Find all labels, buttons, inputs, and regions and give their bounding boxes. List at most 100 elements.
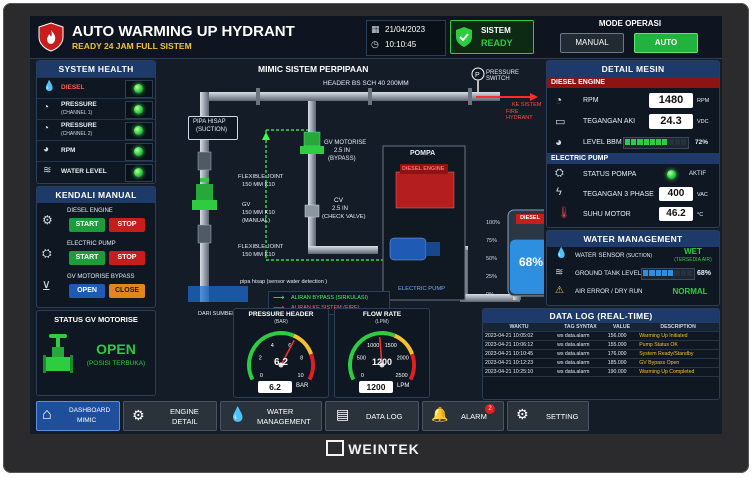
- nav-engine-detail[interactable]: ⚙ ENGINE DETAIL: [123, 401, 217, 431]
- flow-readout: 1200: [359, 381, 393, 393]
- mode-manual-button[interactable]: MANUAL: [560, 33, 624, 53]
- bypass-open-button[interactable]: OPEN: [69, 284, 105, 298]
- pump-start-button[interactable]: START: [69, 251, 105, 265]
- pump-stop-button[interactable]: STOP: [109, 251, 145, 265]
- bar-segment: [668, 139, 674, 145]
- volt-label: TEGANGAN 3 PHASE: [583, 191, 654, 198]
- health-row: ≋ WATER LEVEL: [37, 161, 155, 182]
- header-pipe-label: HEADER BS SCH 40 200MM: [323, 80, 409, 87]
- datalog-cell: Pump Status OK: [637, 340, 719, 350]
- gv-status-panel: STATUS GV MOTORISE OPEN (POSISI TERBUKA): [36, 310, 156, 396]
- tank-tick-label: 0%: [486, 292, 494, 298]
- water-title: WATER MANAGEMENT: [547, 231, 719, 247]
- piping-diagram: P: [188, 67, 544, 302]
- pressure-switch-label: PRESSURE SWITCH: [486, 70, 520, 82]
- datetime-box: ▦ 21/04/2023 ◷ 10:10:45: [366, 20, 446, 56]
- nav-datalog-label: DATA LOG: [366, 412, 403, 421]
- volt-unit: VAC: [697, 192, 708, 198]
- ground-tank-value: 68%: [697, 270, 712, 277]
- datalog-cell: ws data.alarm: [555, 349, 606, 359]
- rpm-unit: RPM: [697, 98, 710, 104]
- engine-nav-icon: ⚙: [132, 407, 145, 423]
- tachometer-icon: ◕: [43, 144, 50, 155]
- ground-tank-label: GROUND TANK LEVEL: [575, 270, 642, 277]
- bar-segment: [631, 139, 637, 145]
- nav-dashboard[interactable]: ⌂ DASHBOARD MIMIC: [36, 401, 120, 431]
- health-sublabel: (CHANNEL 2): [61, 131, 93, 137]
- datalog-row: 2023-04-21 10:06:12 ws data.alarm 155.000 P…: [483, 340, 719, 350]
- gauge-tick-label: 10: [298, 373, 304, 379]
- flow-gauge-title: FLOW RATE: [362, 311, 402, 318]
- pump-icon: ⛭: [555, 167, 564, 179]
- diesel-stop-button[interactable]: STOP: [109, 218, 145, 232]
- bar-segment: [625, 139, 631, 145]
- diesel-start-button[interactable]: START: [69, 218, 105, 232]
- health-led: [134, 168, 143, 177]
- gv-manual-label-3: (MANUAL): [242, 218, 271, 224]
- pipe-sensor-label: pipa hisap (sensor water detection ): [240, 279, 328, 285]
- gauge-icon: ◔: [43, 102, 50, 113]
- nav-water-label-1: WATER: [267, 407, 294, 416]
- datalog-cell: 185.000: [605, 358, 638, 368]
- health-sublabel: (CHANNEL 1): [61, 110, 93, 116]
- to-hydrant-label-1: KE SISTEM: [512, 102, 542, 108]
- nav-dashboard-label-2: MIMIC: [77, 417, 97, 424]
- health-led: [134, 147, 143, 156]
- cv-label-1: CV: [334, 197, 344, 204]
- electric-pump-label: ELECTRIC PUMP: [398, 286, 446, 292]
- health-label: DIESEL: [61, 84, 85, 91]
- mode-auto-button[interactable]: AUTO: [634, 33, 698, 53]
- nav-setting-label: SETTING: [546, 412, 579, 421]
- datalog-row: 2023-04-21 10:05:02 ws data.alarm 156.000 W…: [483, 331, 719, 341]
- wave-icon: ≋: [43, 165, 52, 176]
- gv-bypass-label-2: 2.5 IN: [334, 148, 351, 154]
- flow-gauge-dial: 05001000 150020002500: [348, 331, 416, 381]
- health-led: [134, 126, 143, 135]
- health-led: [134, 105, 143, 114]
- battery-icon: ▭: [555, 116, 566, 128]
- suction-label-2: (SUCTION): [196, 127, 227, 133]
- brand-name: WEINTEK: [348, 441, 420, 457]
- aki-label: TEGANGAN AKI: [583, 118, 636, 125]
- tank-tick-label: 50%: [486, 256, 498, 262]
- bar-segment: [686, 270, 692, 276]
- gv-manual-label-2: 150 MM K10: [242, 210, 275, 216]
- gv-status-title: STATUS GV MOTORISE: [54, 315, 138, 324]
- fj-bottom-label-1: FLEXIBLE JOINT: [238, 244, 284, 250]
- pressure-gauge-panel: PRESSURE HEADER (BAR) 0 2 4 6 8 10 6.2 6.2 BA…: [233, 308, 329, 398]
- page-subtitle: READY 24 JAM FULL SISTEM: [72, 41, 192, 51]
- gauge-tick-label: 0: [260, 373, 263, 379]
- gauge-tick-label: 1500: [385, 343, 397, 349]
- nav-datalog[interactable]: ▤ DATA LOG: [325, 401, 419, 431]
- datalog-cell: 2023-04-21 10:05:02: [483, 331, 556, 341]
- bar-segment: [680, 139, 686, 145]
- health-label: WATER LEVEL: [61, 168, 107, 175]
- pompa-label: POMPA: [410, 150, 436, 157]
- gauge-arc: [292, 333, 313, 355]
- health-row: ◔ PRESSURE (CHANNEL 2): [37, 119, 155, 140]
- pressure-gauge-title: PRESSURE HEADER: [248, 311, 314, 318]
- health-status-box: [125, 101, 153, 119]
- nav-alarm[interactable]: 🔔 2 ALARM: [422, 401, 504, 431]
- flow-dial-value: 1200: [371, 357, 393, 367]
- bar-segment: [674, 139, 680, 145]
- datalog-cell: ws data.alarm: [555, 367, 606, 377]
- health-label: RPM: [61, 147, 76, 154]
- gate-valve-icon: [43, 334, 73, 373]
- gauge-tick-label: 0: [361, 373, 364, 379]
- system-status-box: SISTEM READY: [450, 20, 534, 54]
- nav-water-management[interactable]: 💧 WATER MANAGEMENT: [220, 401, 322, 431]
- nav-engine-label-2: DETAIL: [172, 417, 198, 426]
- dry-run-value: NORMAL: [672, 287, 708, 296]
- cv-label-3: (CHECK VALVE): [322, 214, 366, 220]
- aki-unit: VDC: [697, 119, 709, 125]
- gauge-tick-label: 4: [271, 343, 274, 349]
- droplet-icon: 💧: [43, 81, 56, 92]
- nav-setting[interactable]: ⚙ SETTING: [507, 401, 589, 431]
- hmi-screen: AUTO WARMING UP HYDRANT READY 24 JAM FUL…: [30, 16, 722, 434]
- gv-status-value: OPEN: [96, 341, 136, 357]
- bypass-close-button[interactable]: CLOSE: [109, 284, 145, 298]
- bar-segment: [680, 270, 686, 276]
- health-status-box: [125, 164, 153, 182]
- pressure-unit: BAR: [296, 383, 309, 389]
